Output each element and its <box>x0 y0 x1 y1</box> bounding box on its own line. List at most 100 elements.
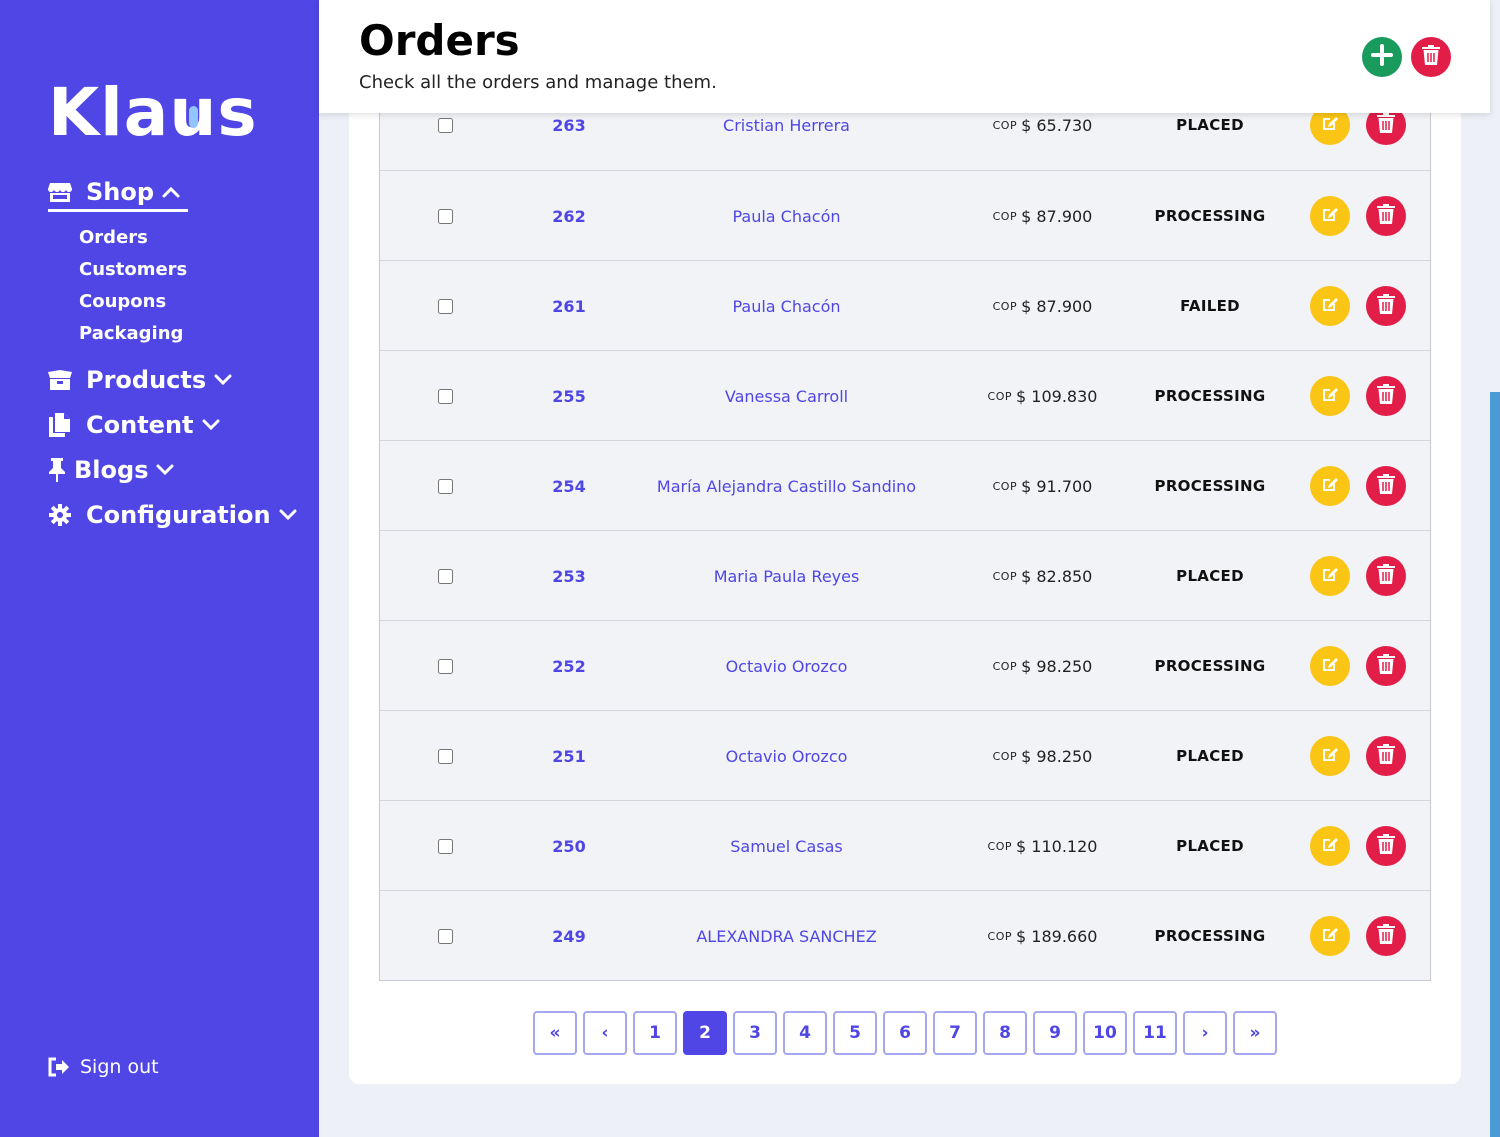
page-last-button[interactable]: » <box>1233 1011 1277 1055</box>
order-id[interactable]: 251 <box>520 711 618 801</box>
page-number-button[interactable]: 7 <box>933 1011 977 1055</box>
chevron-down-icon <box>279 509 297 521</box>
customer-name[interactable]: Vanessa Carroll <box>640 351 933 441</box>
row-select-checkbox[interactable] <box>437 838 453 854</box>
row-select-checkbox[interactable] <box>437 658 453 674</box>
delete-order-button[interactable] <box>1366 916 1406 956</box>
table-row[interactable]: 249 ALEXANDRA SANCHEZ COP $ 189.660 PROCESSI… <box>380 890 1430 980</box>
page-number-button[interactable]: 11 <box>1133 1011 1177 1055</box>
row-select-checkbox[interactable] <box>437 568 453 584</box>
status-badge: PROCESSING <box>1154 657 1266 675</box>
row-select-checkbox[interactable] <box>437 388 453 404</box>
sidebar-item-customers[interactable]: Customers <box>79 254 308 286</box>
edit-order-button[interactable] <box>1310 646 1350 686</box>
page-number-button[interactable]: 8 <box>983 1011 1027 1055</box>
sidebar: Klaus Shop Orders Customers Coupons Pack… <box>0 0 319 1137</box>
page-number-button[interactable]: 2 <box>683 1011 727 1055</box>
page-number-button[interactable]: 10 <box>1083 1011 1127 1055</box>
edit-order-button[interactable] <box>1310 826 1350 866</box>
sidebar-section-content[interactable]: Content <box>48 407 308 443</box>
row-select-cell <box>428 711 462 801</box>
customer-name[interactable]: Paula Chacón <box>640 171 933 261</box>
table-row[interactable]: 252 Octavio Orozco COP $ 98.250 PROCESSING <box>380 620 1430 710</box>
chevron-down-icon <box>214 374 232 386</box>
edit-order-button[interactable] <box>1310 376 1350 416</box>
table-row[interactable]: 254 María Alejandra Castillo Sandino COP $ … <box>380 440 1430 530</box>
order-id[interactable]: 250 <box>520 801 618 891</box>
delete-order-button[interactable] <box>1366 826 1406 866</box>
table-row[interactable]: 253 Maria Paula Reyes COP $ 82.850 PLACED <box>380 530 1430 620</box>
edit-order-button[interactable] <box>1310 466 1350 506</box>
order-id[interactable]: 262 <box>520 171 618 261</box>
sidebar-section-configuration[interactable]: Configuration <box>48 497 308 533</box>
delete-order-button[interactable] <box>1366 466 1406 506</box>
row-select-checkbox[interactable] <box>437 208 453 224</box>
edit-order-button[interactable] <box>1310 556 1350 596</box>
klaus-logo[interactable]: Klaus <box>48 80 258 146</box>
sidebar-section-label: Shop <box>86 177 155 206</box>
page-number-button[interactable]: 6 <box>883 1011 927 1055</box>
table-row[interactable]: 262 Paula Chacón COP $ 87.900 PROCESSING <box>380 170 1430 260</box>
delete-order-button[interactable] <box>1366 286 1406 326</box>
copy-icon <box>48 413 72 437</box>
row-select-checkbox[interactable] <box>437 117 453 133</box>
delete-order-button[interactable] <box>1366 736 1406 776</box>
edit-order-button[interactable] <box>1310 286 1350 326</box>
sidebar-section-blogs[interactable]: Blogs <box>48 452 308 488</box>
row-select-checkbox[interactable] <box>437 748 453 764</box>
delete-order-button[interactable] <box>1366 646 1406 686</box>
page-first-button[interactable]: « <box>533 1011 577 1055</box>
signout-link[interactable]: Sign out <box>48 1056 159 1078</box>
order-id[interactable]: 261 <box>520 261 618 351</box>
row-actions <box>1310 531 1406 621</box>
status-badge: PROCESSING <box>1154 927 1266 945</box>
delete-order-button[interactable] <box>1366 556 1406 596</box>
order-id[interactable]: 249 <box>520 891 618 981</box>
order-id[interactable]: 254 <box>520 441 618 531</box>
sidebar-item-orders[interactable]: Orders <box>79 222 308 254</box>
customer-name[interactable]: Octavio Orozco <box>640 621 933 711</box>
status-badge: PLACED <box>1176 747 1244 765</box>
row-select-checkbox[interactable] <box>437 298 453 314</box>
sidebar-section-products[interactable]: Products <box>48 362 308 398</box>
edit-order-button[interactable] <box>1310 196 1350 236</box>
sidebar-section-shop[interactable]: Shop <box>48 176 188 212</box>
page-number-button[interactable]: 5 <box>833 1011 877 1055</box>
store-icon <box>48 180 72 204</box>
delete-order-button[interactable] <box>1366 196 1406 236</box>
order-id[interactable]: 255 <box>520 351 618 441</box>
page-number-button[interactable]: 9 <box>1033 1011 1077 1055</box>
order-id[interactable]: 252 <box>520 621 618 711</box>
add-order-button[interactable] <box>1362 37 1402 77</box>
trash-icon <box>1422 45 1440 69</box>
customer-name[interactable]: Octavio Orozco <box>640 711 933 801</box>
edit-icon <box>1321 835 1339 857</box>
row-select-checkbox[interactable] <box>437 928 453 944</box>
customer-name[interactable]: Samuel Casas <box>640 801 933 891</box>
customer-name[interactable]: Paula Chacón <box>640 261 933 351</box>
page-prev-button[interactable]: ‹ <box>583 1011 627 1055</box>
table-row[interactable]: 255 Vanessa Carroll COP $ 109.830 PROCESSING <box>380 350 1430 440</box>
row-select-checkbox[interactable] <box>437 478 453 494</box>
order-id[interactable]: 253 <box>520 531 618 621</box>
customer-name[interactable]: ALEXANDRA SANCHEZ <box>640 891 933 981</box>
page-number-button[interactable]: 3 <box>733 1011 777 1055</box>
delete-order-button[interactable] <box>1366 376 1406 416</box>
page-next-button[interactable]: › <box>1183 1011 1227 1055</box>
customer-name[interactable]: Maria Paula Reyes <box>640 531 933 621</box>
sidebar-item-packaging[interactable]: Packaging <box>79 318 308 350</box>
sidebar-section-label: Content <box>86 411 194 439</box>
logo-drop <box>189 106 199 128</box>
delete-selected-button[interactable] <box>1411 37 1451 77</box>
table-row[interactable]: 251 Octavio Orozco COP $ 98.250 PLACED <box>380 710 1430 800</box>
table-row[interactable]: 261 Paula Chacón COP $ 87.900 FAILED <box>380 260 1430 350</box>
page-number-button[interactable]: 1 <box>633 1011 677 1055</box>
sidebar-item-coupons[interactable]: Coupons <box>79 286 308 318</box>
currency-code: COP <box>992 209 1018 223</box>
logo-text-start: Kla <box>48 74 170 151</box>
edit-order-button[interactable] <box>1310 916 1350 956</box>
table-row[interactable]: 250 Samuel Casas COP $ 110.120 PLACED <box>380 800 1430 890</box>
edit-order-button[interactable] <box>1310 736 1350 776</box>
page-number-button[interactable]: 4 <box>783 1011 827 1055</box>
customer-name[interactable]: María Alejandra Castillo Sandino <box>640 441 933 531</box>
